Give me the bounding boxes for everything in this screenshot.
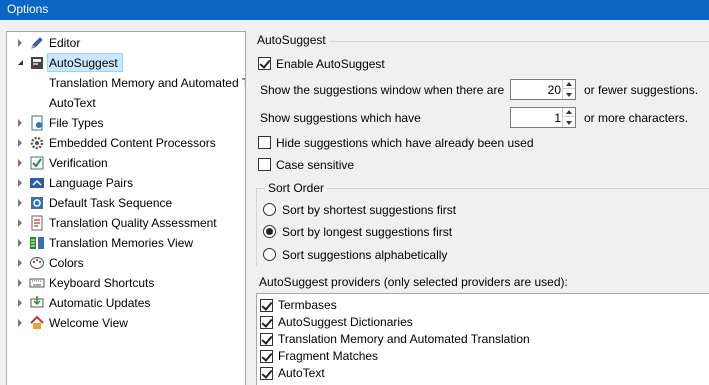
- sort-longest-label[interactable]: Sort by longest suggestions first: [282, 225, 452, 239]
- suggestions-window-suffix: or fewer suggestions.: [584, 83, 699, 97]
- expand-arrow-icon[interactable]: [15, 293, 25, 313]
- provider-label[interactable]: AutoSuggest Dictionaries: [278, 315, 413, 329]
- tree-item-label: AutoText: [49, 96, 96, 110]
- tree-item-autosuggest[interactable]: AutoSuggest: [7, 53, 245, 73]
- expand-arrow-icon[interactable]: [15, 313, 25, 333]
- provider-checkbox[interactable]: [260, 350, 273, 363]
- verification-icon: [29, 155, 45, 171]
- enable-autosuggest-label[interactable]: Enable AutoSuggest: [276, 57, 385, 71]
- sort-shortest-label[interactable]: Sort by shortest suggestions first: [282, 203, 456, 217]
- file-types-icon: [29, 115, 45, 131]
- spinner-up-icon[interactable]: [563, 80, 575, 89]
- tree-item-label: Automatic Updates: [49, 296, 151, 310]
- autosuggest-icon: [29, 55, 45, 71]
- sort-alphabetical-radio[interactable]: [263, 248, 276, 261]
- collapse-arrow-icon[interactable]: [15, 53, 25, 73]
- provider-label[interactable]: AutoText: [278, 366, 325, 380]
- quality-assessment-icon: [29, 215, 45, 231]
- sort-shortest-radio[interactable]: [263, 203, 276, 216]
- tree-item-label: Translation Memory and Automated Tr: [49, 76, 246, 90]
- tree-item-editor[interactable]: Editor: [7, 33, 245, 53]
- tree-item-automatic-updates[interactable]: Automatic Updates: [7, 293, 245, 313]
- title-bar: Options: [0, 0, 709, 20]
- tree-item-label: Welcome View: [49, 316, 128, 330]
- expand-arrow-icon[interactable]: [15, 253, 25, 273]
- tree-item-label: Verification: [49, 156, 108, 170]
- tree-item-tm-automated-translation[interactable]: Translation Memory and Automated Tr: [7, 73, 245, 93]
- provider-checkbox[interactable]: [260, 316, 273, 329]
- hide-used-suggestions-label[interactable]: Hide suggestions which have already been…: [276, 136, 534, 150]
- spinner-down-icon[interactable]: [563, 118, 575, 127]
- tree-item-keyboard-shortcuts[interactable]: Keyboard Shortcuts: [7, 273, 245, 293]
- sort-order-title: Sort Order: [265, 181, 328, 195]
- expand-arrow-icon[interactable]: [15, 133, 25, 153]
- expand-arrow-icon[interactable]: [15, 273, 25, 293]
- tree-item-translation-quality-assessment[interactable]: Translation Quality Assessment: [7, 213, 245, 233]
- tree-item-label: Colors: [49, 256, 84, 270]
- min-characters-value[interactable]: 1: [554, 111, 561, 125]
- providers-list[interactable]: Termbases AutoSuggest Dictionaries Trans…: [256, 293, 709, 385]
- expand-arrow-icon[interactable]: [15, 113, 25, 133]
- case-sensitive-checkbox[interactable]: [258, 158, 271, 171]
- case-sensitive-label[interactable]: Case sensitive: [276, 158, 354, 172]
- tree-item-embedded-content-processors[interactable]: Embedded Content Processors: [7, 133, 245, 153]
- tree-item-colors[interactable]: Colors: [7, 253, 245, 273]
- tree-item-welcome-view[interactable]: Welcome View: [7, 313, 245, 333]
- tree-item-label: Editor: [49, 36, 81, 50]
- tree-item-label: Translation Quality Assessment: [49, 216, 217, 230]
- gear-icon: [29, 135, 45, 151]
- provider-checkbox[interactable]: [260, 299, 273, 312]
- provider-label[interactable]: Fragment Matches: [278, 349, 378, 363]
- min-characters-suffix: or more characters.: [584, 111, 689, 125]
- updates-icon: [29, 295, 45, 311]
- enable-autosuggest-checkbox[interactable]: [258, 57, 271, 70]
- home-icon: [29, 315, 45, 331]
- spinner-up-icon[interactable]: [563, 108, 575, 117]
- min-characters-spinner[interactable]: 1: [510, 107, 576, 128]
- tree-item-file-types[interactable]: File Types: [7, 113, 245, 133]
- keyboard-icon: [29, 275, 45, 291]
- tree-item-default-task-sequence[interactable]: Default Task Sequence: [7, 193, 245, 213]
- options-tree[interactable]: Editor AutoSuggest Translation Memory an…: [6, 31, 246, 385]
- tree-item-autotext[interactable]: AutoText: [7, 93, 245, 113]
- language-pairs-icon: [29, 175, 45, 191]
- tree-item-language-pairs[interactable]: Language Pairs: [7, 173, 245, 193]
- sort-longest-radio[interactable]: [263, 225, 276, 238]
- pencil-icon: [29, 35, 45, 51]
- tree-item-label: File Types: [49, 116, 104, 130]
- suggestions-window-label: Show the suggestions window when there a…: [260, 83, 505, 97]
- spinner-down-icon[interactable]: [563, 90, 575, 99]
- tree-item-label: Translation Memories View: [49, 236, 194, 250]
- tree-item-label: Default Task Sequence: [49, 196, 173, 210]
- task-sequence-icon: [29, 195, 45, 211]
- providers-title: AutoSuggest providers (only selected pro…: [259, 275, 568, 289]
- expand-arrow-icon[interactable]: [15, 193, 25, 213]
- expand-arrow-icon[interactable]: [15, 173, 25, 193]
- section-title: AutoSuggest: [257, 33, 326, 47]
- tm-view-icon: [29, 235, 45, 251]
- max-suggestions-value[interactable]: 20: [548, 83, 561, 97]
- tree-item-translation-memories-view[interactable]: Translation Memories View: [7, 233, 245, 253]
- provider-label[interactable]: Translation Memory and Automated Transla…: [278, 332, 530, 346]
- max-suggestions-spinner[interactable]: 20: [510, 79, 576, 100]
- provider-label[interactable]: Termbases: [278, 298, 337, 312]
- tree-item-label: AutoSuggest: [49, 56, 118, 70]
- provider-checkbox[interactable]: [260, 367, 273, 380]
- hide-used-suggestions-checkbox[interactable]: [258, 136, 271, 149]
- tree-item-label: Keyboard Shortcuts: [49, 276, 155, 290]
- expand-arrow-icon[interactable]: [15, 153, 25, 173]
- tree-item-verification[interactable]: Verification: [7, 153, 245, 173]
- tree-item-label: Language Pairs: [49, 176, 134, 190]
- provider-checkbox[interactable]: [260, 333, 273, 346]
- expand-arrow-icon[interactable]: [15, 213, 25, 233]
- palette-icon: [29, 255, 45, 271]
- min-characters-label: Show suggestions which have: [260, 111, 421, 125]
- tree-item-label: Embedded Content Processors: [49, 136, 216, 150]
- expand-arrow-icon[interactable]: [15, 233, 25, 253]
- window-title: Options: [7, 2, 49, 16]
- expand-arrow-icon[interactable]: [15, 33, 25, 53]
- sort-alphabetical-label[interactable]: Sort suggestions alphabetically: [282, 248, 447, 262]
- section-divider: [330, 41, 709, 42]
